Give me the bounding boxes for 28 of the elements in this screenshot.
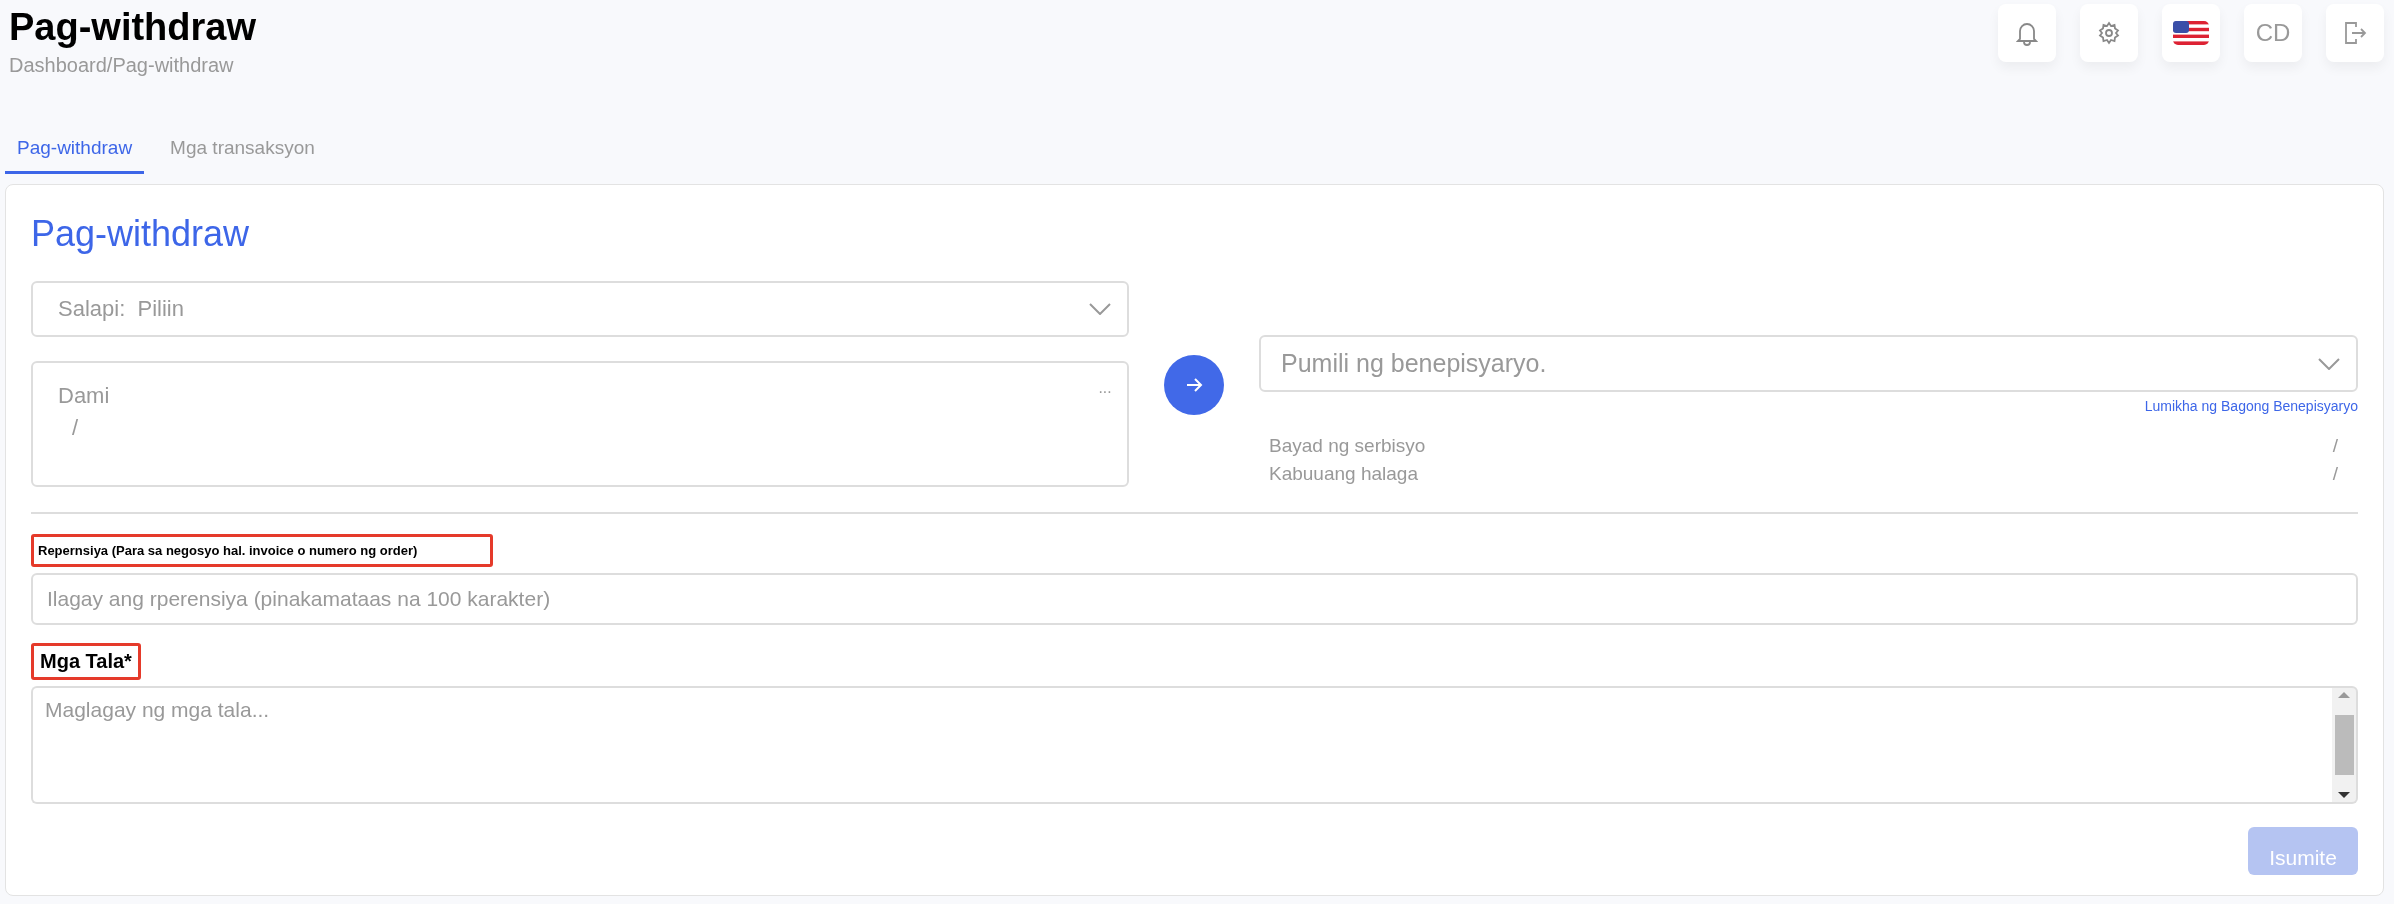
create-beneficiary-link[interactable]: Lumikha ng Bagong Benepisyaryo	[2144, 398, 2358, 414]
language-button[interactable]	[2162, 4, 2220, 62]
currency-select[interactable]: Salapi: Piliin	[31, 281, 1129, 337]
arrow-right-button[interactable]	[1164, 355, 1224, 415]
reference-input[interactable]: Ilagay ang rperensiya (pinakamataas na 100 karakter)	[31, 573, 2358, 625]
summary-label: Bayad ng serbisyo	[1269, 434, 1426, 458]
logout-icon	[2343, 20, 2367, 46]
chevron-down-icon	[1089, 303, 1111, 315]
tab[interactable]: Mga transaksyon	[158, 129, 327, 174]
summary-label: Kabuuang halaga	[1269, 462, 1418, 486]
amount-field[interactable]: Dami / ···	[31, 361, 1129, 487]
notification-button[interactable]	[1998, 4, 2056, 62]
breadcrumb: Dashboard/Pag-withdraw	[9, 54, 235, 77]
summary-value: /	[2332, 434, 2338, 458]
logout-button[interactable]	[2326, 4, 2384, 62]
beneficiary-select[interactable]: Pumili ng benepisyaryo.	[1259, 335, 2358, 392]
flag-icon	[2173, 21, 2209, 45]
settings-button[interactable]	[2080, 4, 2138, 62]
user-avatar-button[interactable]: CD	[2244, 4, 2302, 62]
settings-icon	[2097, 21, 2121, 45]
reference-label: Repernsiya (Para sa negosyo hal. invoice o numero ng order)	[31, 534, 493, 567]
bell-icon	[2016, 20, 2038, 46]
summary-value: /	[2332, 462, 2338, 486]
chevron-down-icon	[2318, 357, 2340, 370]
page-title: Pag-withdraw	[9, 5, 257, 50]
tab[interactable]: Pag-withdraw	[5, 129, 145, 174]
notes-label: Mga Tala*	[31, 643, 141, 680]
form-title: Pag-withdraw	[31, 213, 251, 255]
